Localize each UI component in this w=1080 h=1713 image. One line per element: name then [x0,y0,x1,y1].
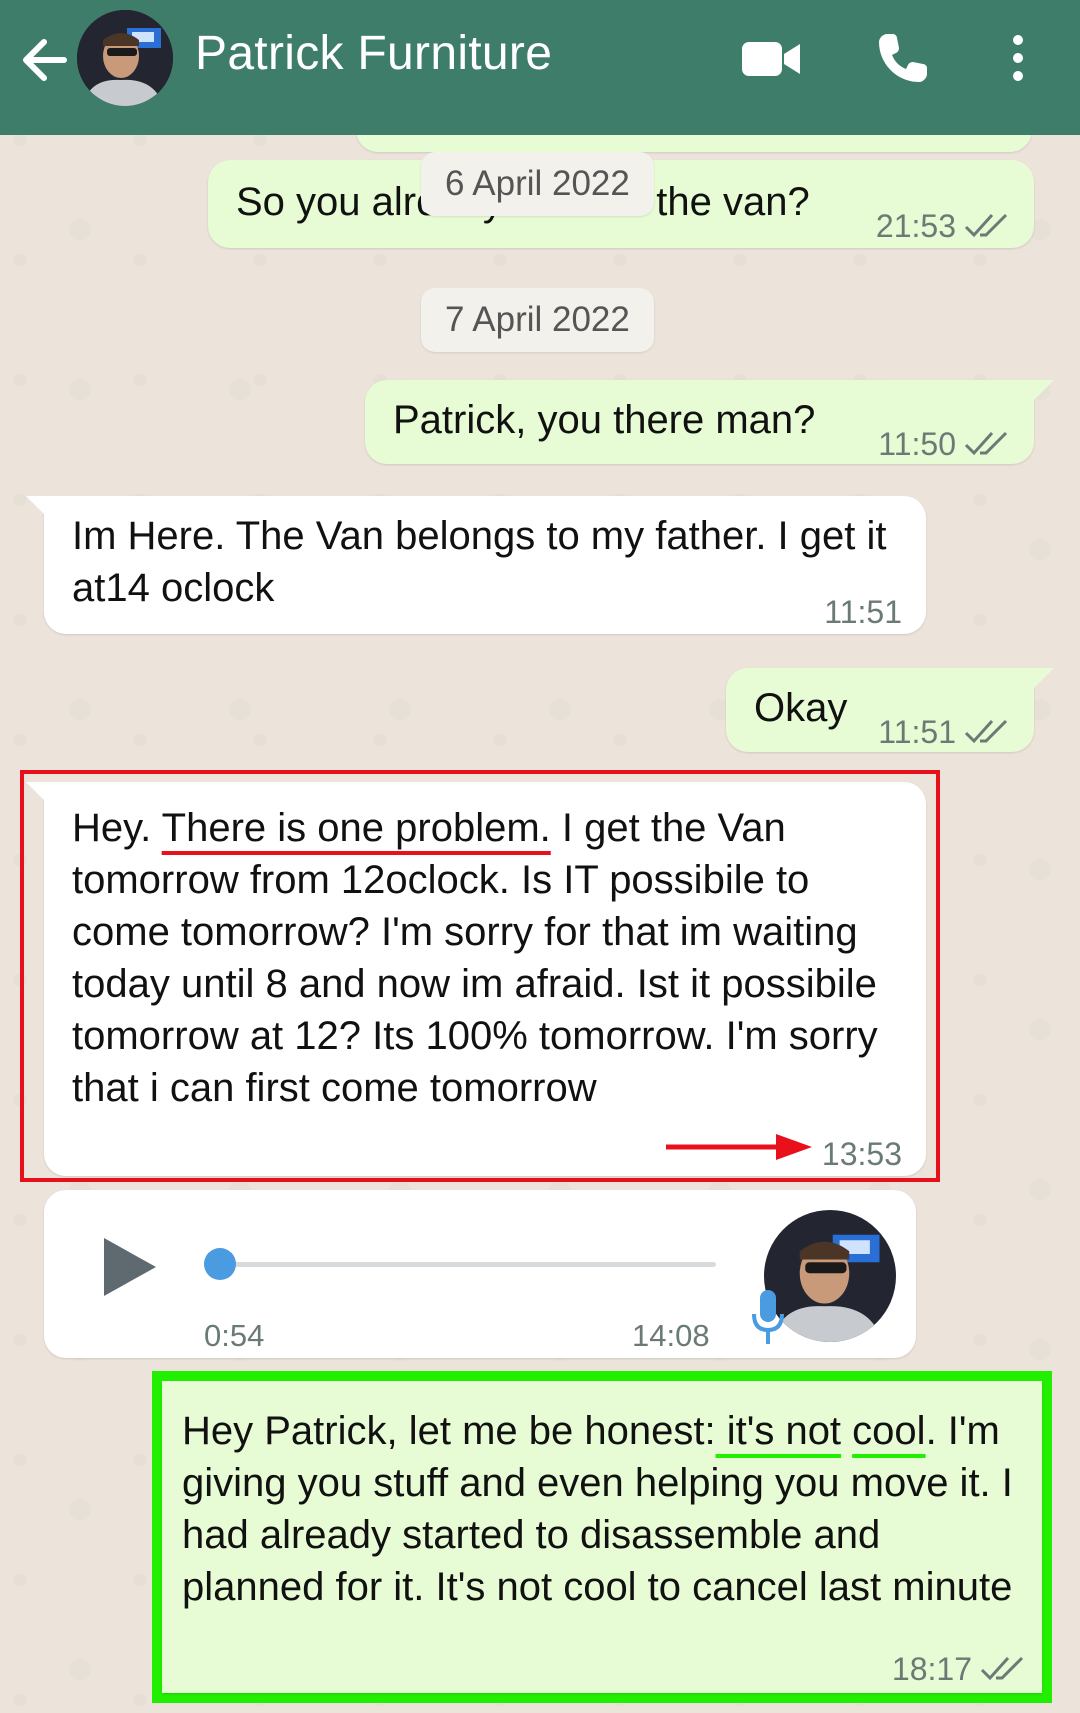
message-text: Patrick, you there man? [393,398,816,442]
read-ticks-icon [964,719,1008,744]
message-bubble-incoming[interactable]: Hey. There is one problem. I get the Van… [44,782,926,1176]
voice-message-bubble[interactable]: 0:54 14:08 [44,1190,916,1358]
message-time: 11:51 [824,594,902,630]
message-text-part: I get the Van [550,806,786,850]
red-arrow-annotation [666,1134,812,1160]
bubble-tail [1030,380,1054,404]
message-text: Okay [754,686,848,730]
voice-progress-track[interactable] [220,1262,716,1267]
message-text-part: Hey Patrick, let me be honest: [182,1409,716,1453]
message-time: 14:08 [632,1318,710,1353]
message-bubble-outgoing[interactable]: Hey Patrick, let me be honest: it's not … [162,1381,1042,1693]
message-meta: 11:50 [878,418,1010,470]
read-ticks-icon [980,1656,1024,1681]
message-text-part: tomorrow from 12oclock. Is IT possibile … [72,858,878,1110]
message-bubble-outgoing[interactable]: Patrick, you there man? 11:50 [365,380,1034,464]
message-meta: 18:17 [892,1643,1026,1695]
back-arrow-icon[interactable] [20,30,70,90]
message-time: 13:53 [821,1136,902,1172]
message-meta: 21:53 [876,200,1010,252]
contact-name[interactable]: Patrick Furniture [195,26,552,81]
underlined-phrase: cool [852,1409,926,1453]
message-bubble-outgoing[interactable]: Okay 11:51 [726,668,1034,752]
date-separator: 6 April 2022 [421,152,654,216]
read-ticks-icon [964,431,1008,456]
bubble-tail [1030,668,1054,692]
play-icon[interactable] [100,1234,160,1300]
message-time: 21:53 [875,208,956,244]
underlined-phrase: it's not [715,1409,842,1453]
phone-call-icon[interactable] [875,30,931,86]
microphone-icon [752,1290,784,1344]
voice-duration: 0:54 [204,1318,265,1353]
message-text: Hey. There is one problem. I get the Van… [72,802,908,1114]
bubble-tail [26,496,50,520]
message-text: Im Here. The Van belongs to my father. I… [72,514,887,610]
message-time: 11:51 [878,714,956,750]
underlined-phrase: There is one problem. [161,806,551,850]
message-bubble-incoming[interactable]: Im Here. The Van belongs to my father. I… [44,496,926,634]
more-options-icon[interactable] [1000,30,1036,86]
message-text: Hey Patrick, let me be honest: it's not … [182,1405,1032,1613]
message-time: 11:50 [878,426,956,462]
date-separator: 7 April 2022 [421,288,654,352]
video-call-icon[interactable] [740,34,802,84]
read-ticks-icon [964,213,1008,238]
message-text-part: Hey. [72,806,162,850]
contact-avatar[interactable] [77,10,173,106]
chat-header: Patrick Furniture [0,0,1080,135]
message-time: 18:17 [891,1651,972,1687]
message-meta: 11:51 [878,706,1010,758]
voice-progress-knob[interactable] [204,1248,236,1280]
bubble-tail [26,782,50,806]
